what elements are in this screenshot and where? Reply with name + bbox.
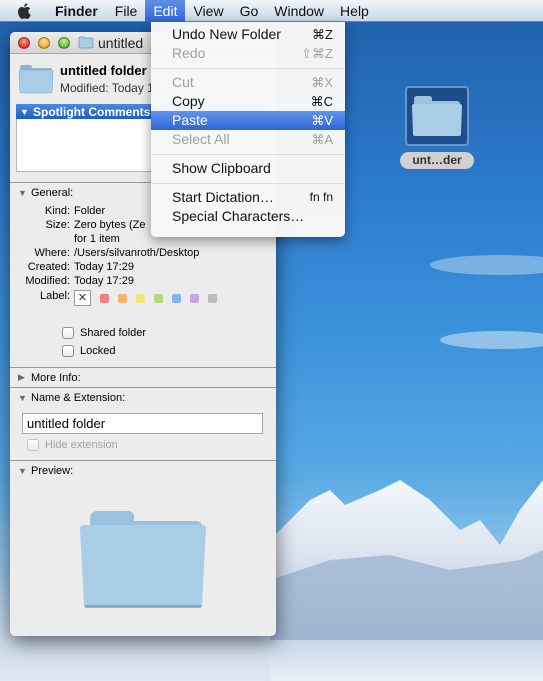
name-extension-section-header[interactable]: ▼ Name & Extension:	[10, 388, 276, 407]
edit-menu-dropdown: Undo New Folder ⌘Z Redo ⇧⌘Z Cut ⌘X Copy …	[151, 22, 345, 237]
minimize-button[interactable]	[38, 36, 50, 49]
label-purple-swatch[interactable]	[190, 293, 199, 303]
section-label: Preview:	[31, 464, 74, 477]
checkbox-label: Hide extension	[45, 439, 118, 451]
size-label: Size:	[45, 219, 70, 231]
menu-item-select-all[interactable]: Select All ⌘A	[151, 130, 345, 149]
window-title: untitled	[98, 34, 144, 51]
folder-preview-icon	[80, 511, 206, 608]
menu-finder[interactable]: Finder	[46, 0, 107, 22]
menu-edit[interactable]: Edit	[145, 0, 186, 22]
menu-file[interactable]: File	[107, 0, 146, 22]
folder-icon	[18, 65, 54, 94]
label-color-picker: ✕	[74, 290, 226, 306]
shortcut-label: ⌘C	[310, 94, 333, 109]
menu-item-label: Select All	[172, 131, 230, 147]
section-label: More Info:	[31, 371, 81, 384]
menu-item-label: Special Characters…	[172, 208, 305, 224]
label-blue-swatch[interactable]	[172, 293, 181, 303]
kind-label: Kind:	[44, 205, 70, 217]
preview-area	[10, 480, 276, 636]
menu-item-label: Cut	[172, 74, 194, 90]
label-yellow-swatch[interactable]	[136, 293, 145, 303]
menu-item-label: Show Clipboard	[172, 160, 271, 176]
desktop-folder-label[interactable]: unt…der	[400, 152, 474, 169]
menu-item-paste[interactable]: Paste ⌘V	[151, 111, 345, 130]
shared-folder-checkbox[interactable]: Shared folder	[10, 324, 276, 342]
menu-item-label: Redo	[172, 45, 206, 61]
name-input[interactable]	[22, 413, 263, 434]
locked-checkbox[interactable]: Locked	[10, 342, 276, 360]
menu-item-start-dictation[interactable]: Start Dictation… fn fn	[151, 188, 345, 207]
created-value: Today 17:29	[74, 261, 134, 273]
disclosure-triangle-down-icon: ▼	[18, 465, 27, 476]
shortcut-label: ⌘V	[311, 113, 333, 128]
section-label: Name & Extension:	[31, 391, 126, 404]
zoom-button[interactable]	[58, 36, 70, 49]
shortcut-label: ⇧⌘Z	[301, 46, 333, 61]
label-green-swatch[interactable]	[154, 293, 163, 303]
checkbox[interactable]	[62, 327, 74, 339]
menu-go[interactable]: Go	[232, 0, 267, 22]
shortcut-label: ⌘A	[311, 132, 333, 147]
menu-bar: Finder File Edit View Go Window Help	[0, 0, 543, 22]
more-info-section-header[interactable]: ▶ More Info:	[10, 368, 276, 387]
menu-item-label: Start Dictation…	[172, 189, 274, 205]
checkbox[interactable]	[62, 345, 74, 357]
where-value: /Users/silvanroth/Desktop	[74, 247, 200, 259]
menu-item-special-characters[interactable]: Special Characters…	[151, 207, 345, 226]
modified-value: Today 17:29	[74, 275, 134, 287]
menu-item-undo[interactable]: Undo New Folder ⌘Z	[151, 25, 345, 44]
checkbox-label: Shared folder	[80, 327, 147, 339]
menu-item-label: Paste	[172, 112, 208, 128]
folder-icon	[78, 36, 94, 49]
checkbox-label: Locked	[80, 345, 116, 357]
disclosure-triangle-down-icon: ▼	[18, 392, 27, 403]
label-orange-swatch[interactable]	[118, 293, 127, 303]
menu-help[interactable]: Help	[332, 0, 377, 22]
modified-label: Modified:	[25, 275, 70, 287]
close-button[interactable]	[18, 36, 30, 49]
label-none-button[interactable]: ✕	[74, 290, 91, 306]
preview-section-header[interactable]: ▼ Preview:	[10, 461, 276, 480]
section-label: Spotlight Comments:	[33, 104, 155, 119]
menu-separator	[152, 68, 344, 69]
created-label: Created:	[27, 261, 70, 273]
checkbox[interactable]	[27, 439, 39, 451]
menu-separator	[152, 154, 344, 155]
menu-view[interactable]: View	[185, 0, 231, 22]
menu-separator	[152, 183, 344, 184]
disclosure-triangle-down-icon: ▼	[20, 106, 29, 117]
label-red-swatch[interactable]	[100, 293, 109, 303]
desktop-folder-icon[interactable]	[405, 86, 469, 146]
kind-value: Folder	[74, 205, 106, 217]
menu-item-label: Undo New Folder	[172, 26, 281, 42]
shortcut-label: ⌘X	[311, 75, 333, 90]
hide-extension-checkbox[interactable]: Hide extension	[10, 434, 276, 456]
folder-icon	[412, 96, 462, 136]
shortcut-label: fn fn	[309, 190, 333, 204]
label-label: Label:	[40, 290, 70, 302]
menu-item-cut[interactable]: Cut ⌘X	[151, 73, 345, 92]
apple-logo-icon[interactable]	[14, 2, 34, 19]
menu-item-copy[interactable]: Copy ⌘C	[151, 92, 345, 111]
size-value: Zero bytes (Ze	[74, 219, 146, 231]
menu-item-redo[interactable]: Redo ⇧⌘Z	[151, 44, 345, 63]
menu-window[interactable]: Window	[266, 0, 332, 22]
menu-item-label: Copy	[172, 93, 205, 109]
disclosure-triangle-down-icon: ▼	[18, 187, 27, 198]
menu-item-show-clipboard[interactable]: Show Clipboard	[151, 159, 345, 178]
section-label: General:	[31, 186, 74, 199]
disclosure-triangle-right-icon: ▶	[18, 372, 25, 382]
shortcut-label: ⌘Z	[312, 27, 333, 42]
where-label: Where:	[34, 247, 70, 259]
size-value-line2: for 1 item	[74, 233, 120, 245]
label-gray-swatch[interactable]	[208, 293, 217, 303]
